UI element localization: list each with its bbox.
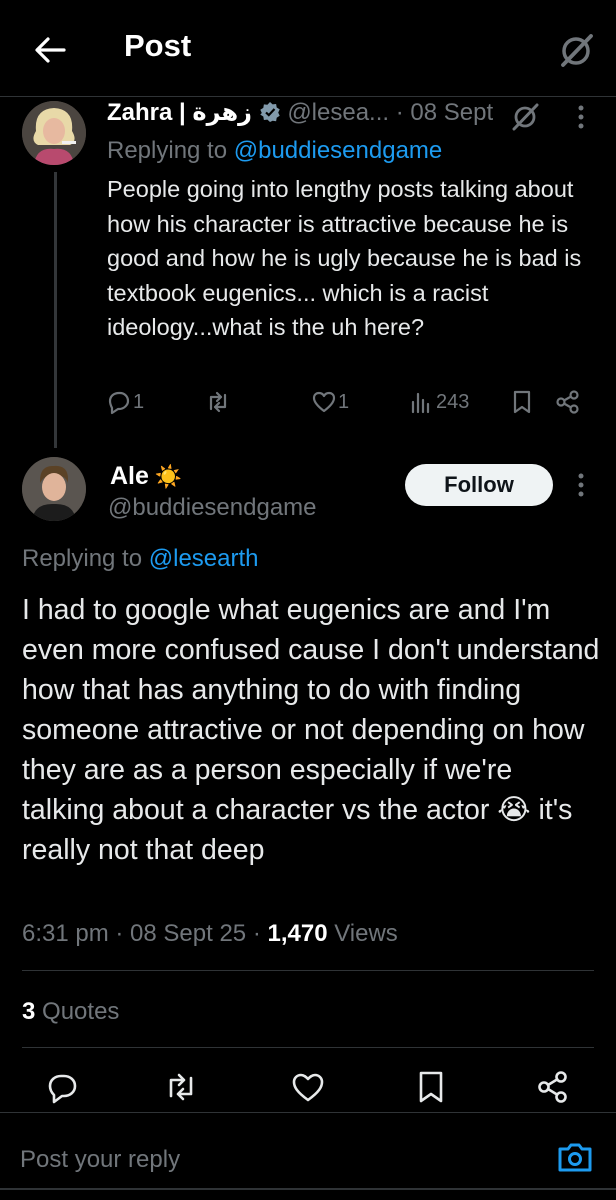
sun-emoji: ☀️ xyxy=(154,463,183,489)
like-icon xyxy=(310,388,338,416)
bookmark-icon[interactable] xyxy=(408,1064,454,1110)
views-label: Views xyxy=(334,920,398,947)
post-date: · 08 Sept xyxy=(395,99,494,126)
parent-header: Zahra | زهرة @lesea... · 08 Sept xyxy=(107,98,493,127)
action-bar: 1 1 243 xyxy=(100,388,600,428)
bookmark-button[interactable] xyxy=(508,388,536,416)
views-icon xyxy=(408,388,436,416)
repost-icon xyxy=(204,388,232,416)
author-name[interactable]: Zahra | زهرة xyxy=(107,99,252,126)
main-action-bar xyxy=(0,1064,616,1110)
author-handle[interactable]: @lesea... xyxy=(287,99,389,126)
grok-icon[interactable] xyxy=(509,101,541,131)
like-count: 1 xyxy=(338,390,350,413)
verified-icon xyxy=(259,101,281,123)
more-icon[interactable] xyxy=(570,468,592,502)
views-count: 243 xyxy=(436,390,470,413)
views-count: 1,470 xyxy=(267,920,328,947)
post-text: I had to google what eugenics are and I'… xyxy=(22,594,600,866)
page-title: Post xyxy=(124,28,192,63)
reply-count: 1 xyxy=(133,390,145,413)
share-icon[interactable] xyxy=(530,1064,576,1110)
repost-icon[interactable] xyxy=(158,1064,204,1110)
reply-icon[interactable] xyxy=(40,1064,86,1110)
like-icon[interactable] xyxy=(285,1064,331,1110)
like-button[interactable]: 1 xyxy=(310,388,349,416)
quotes-label: Quotes xyxy=(42,998,120,1025)
quotes-count: 3 xyxy=(22,998,36,1025)
divider xyxy=(22,1047,594,1048)
thread-connector xyxy=(54,172,57,448)
top-bar: Post xyxy=(0,0,616,97)
reply-icon xyxy=(105,388,133,416)
replying-to: Replying to @lesearth xyxy=(22,545,259,572)
reply-input[interactable] xyxy=(20,1140,520,1180)
camera-icon[interactable] xyxy=(556,1138,594,1176)
more-icon[interactable] xyxy=(570,100,592,134)
post-text: People going into lengthy posts talking … xyxy=(107,176,582,340)
views-button[interactable]: 243 xyxy=(408,388,469,416)
follow-button[interactable]: Follow xyxy=(405,464,553,506)
share-button[interactable] xyxy=(554,388,582,416)
replying-to: Replying to @buddiesendgame xyxy=(107,137,443,164)
author-name-row: Ale ☀️ xyxy=(110,462,182,491)
back-arrow-icon[interactable] xyxy=(30,30,70,70)
divider xyxy=(22,970,594,971)
divider xyxy=(0,1112,616,1113)
grok-icon[interactable] xyxy=(556,30,596,70)
author-handle[interactable]: @buddiesendgame xyxy=(108,494,317,522)
reply-button[interactable]: 1 xyxy=(105,388,144,416)
post-timestamp: 6:31 pm · 08 Sept 25 · xyxy=(22,920,261,947)
mention-link[interactable]: @buddiesendgame xyxy=(234,137,443,164)
mention-link[interactable]: @lesearth xyxy=(149,545,259,572)
post-meta: 6:31 pm · 08 Sept 25 · 1,470 Views xyxy=(22,920,398,948)
avatar[interactable] xyxy=(22,457,86,521)
composer-underline xyxy=(0,1188,616,1190)
share-icon xyxy=(554,388,582,416)
avatar[interactable] xyxy=(22,101,86,165)
quotes-link[interactable]: 3 Quotes xyxy=(22,998,119,1026)
bookmark-icon xyxy=(508,388,536,416)
author-name[interactable]: Ale xyxy=(110,462,149,491)
repost-button[interactable] xyxy=(204,388,232,416)
